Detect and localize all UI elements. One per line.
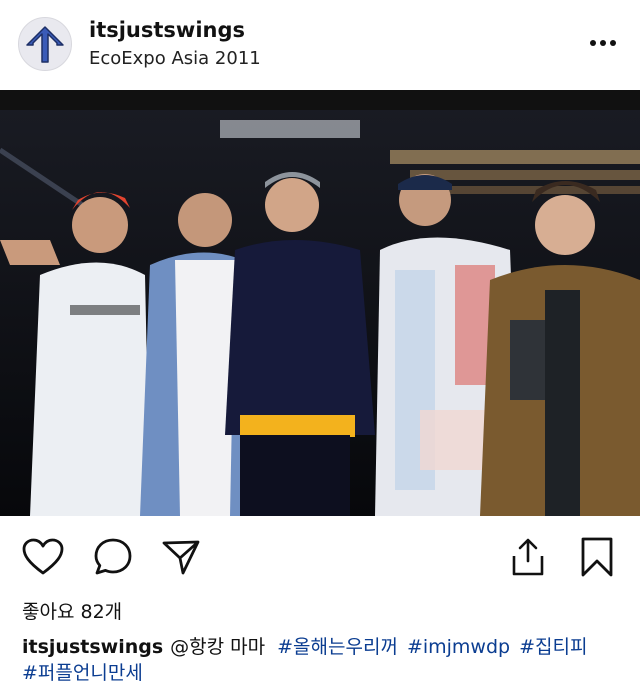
hashtag[interactable]: #집티피 bbox=[519, 636, 587, 658]
hashtag[interactable]: #올해는우리꺼 bbox=[277, 636, 398, 658]
more-icon bbox=[590, 40, 616, 46]
comment-button[interactable] bbox=[92, 536, 134, 578]
upload-button[interactable] bbox=[507, 536, 549, 578]
like-button[interactable] bbox=[22, 536, 64, 578]
post-header: itsjustswings EcoExpo Asia 2011 bbox=[0, 0, 640, 90]
hashtag[interactable]: #퍼플언니만세 bbox=[22, 662, 143, 684]
post-photo[interactable] bbox=[0, 90, 640, 516]
comment-icon bbox=[94, 538, 132, 575]
bookmark-icon bbox=[581, 537, 613, 577]
likes-count[interactable]: 좋아요 82개 bbox=[22, 597, 122, 624]
heart-icon bbox=[22, 538, 64, 575]
more-options-button[interactable] bbox=[588, 28, 618, 58]
share-button[interactable] bbox=[160, 536, 202, 578]
group-photo bbox=[0, 90, 640, 516]
avatar[interactable] bbox=[18, 17, 72, 71]
caption-mention[interactable]: @항캉 마마 bbox=[170, 636, 265, 658]
post-caption: itsjustswings @항캉 마마 #올해는우리꺼 #imjmwdp #집티피 #퍼… bbox=[22, 634, 622, 686]
post-username[interactable]: itsjustswings bbox=[89, 18, 245, 42]
bookmark-button[interactable] bbox=[576, 536, 618, 578]
upload-icon bbox=[512, 538, 544, 576]
hashtag[interactable]: #imjmwdp bbox=[407, 636, 510, 658]
post-location[interactable]: EcoExpo Asia 2011 bbox=[89, 48, 261, 69]
arrow-up-icon bbox=[26, 26, 64, 63]
share-icon bbox=[162, 540, 200, 575]
action-bar bbox=[0, 528, 640, 584]
caption-username[interactable]: itsjustswings bbox=[22, 636, 163, 658]
